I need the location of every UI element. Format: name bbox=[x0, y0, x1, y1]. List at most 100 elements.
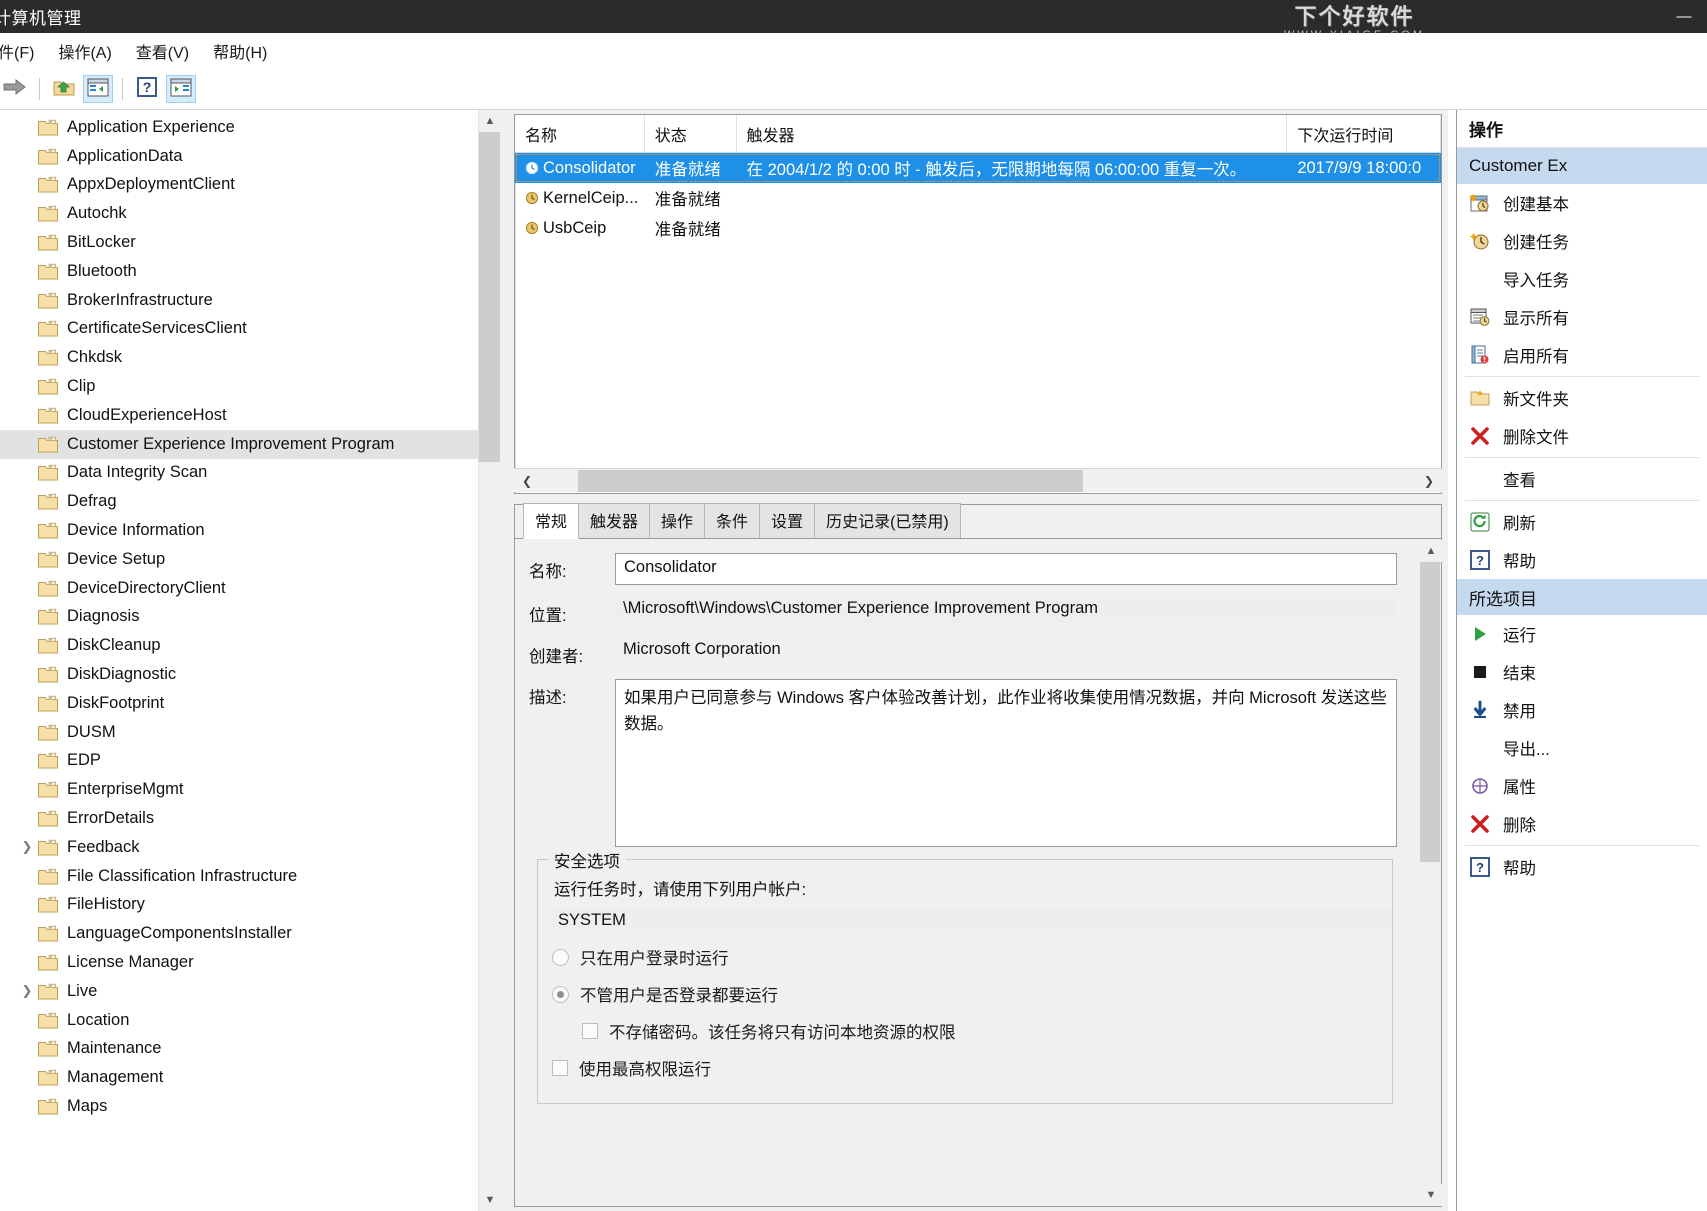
action-item[interactable]: 删除文件 bbox=[1457, 417, 1707, 455]
tree-item[interactable]: ❯Device Information bbox=[0, 516, 478, 545]
tree-item[interactable]: ❯BrokerInfrastructure bbox=[0, 286, 478, 315]
forward-button[interactable] bbox=[0, 75, 30, 103]
hscroll-thumb[interactable] bbox=[578, 469, 1083, 492]
security-radio-row[interactable]: 不管用户是否登录都要运行 bbox=[552, 982, 1378, 1006]
tree-scroll-up-arrow[interactable]: ▲ bbox=[479, 110, 501, 132]
tree-item[interactable]: ❯CloudExperienceHost bbox=[0, 401, 478, 430]
task-list-column-header[interactable]: 下次运行时间 bbox=[1287, 115, 1441, 152]
action-item[interactable]: 显示所有 bbox=[1457, 298, 1707, 336]
tree-item[interactable]: ❯Defrag bbox=[0, 487, 478, 516]
action-item[interactable]: 运行 bbox=[1457, 615, 1707, 653]
security-checkbox-row[interactable]: 不存储密码。该任务将只有访问本地资源的权限 bbox=[582, 1019, 1378, 1043]
task-list-row[interactable]: UsbCeip 准备就绪 bbox=[515, 213, 1441, 243]
tree-item[interactable]: ❯Chkdsk bbox=[0, 343, 478, 372]
show-hide-tree-button[interactable] bbox=[83, 75, 113, 103]
tree-item[interactable]: ❯DUSM bbox=[0, 718, 478, 747]
radio-button[interactable] bbox=[552, 985, 569, 1003]
task-list-row[interactable]: Consolidator 准备就绪 在 2004/1/2 的 0:00 时 - 触发… bbox=[515, 153, 1441, 183]
action-item[interactable]: 刷新 bbox=[1457, 503, 1707, 541]
tree-item[interactable]: ❯EDP bbox=[0, 747, 478, 776]
chevron-right-icon[interactable]: ❯ bbox=[18, 982, 36, 1000]
tree-item[interactable]: ❯ErrorDetails bbox=[0, 804, 478, 833]
tree-item[interactable]: ❯File Classification Infrastructure bbox=[0, 862, 478, 891]
task-list-horizontal-scrollbar[interactable]: ❮ ❯ bbox=[514, 468, 1442, 492]
task-list-column-header[interactable]: 名称 bbox=[515, 115, 645, 152]
chevron-right-icon[interactable]: ❯ bbox=[18, 838, 36, 856]
name-input[interactable]: Consolidator bbox=[615, 553, 1397, 585]
action-item[interactable]: 结束 bbox=[1457, 653, 1707, 691]
tree-item[interactable]: ❯DeviceDirectoryClient bbox=[0, 574, 478, 603]
minimize-button[interactable]: — bbox=[1661, 0, 1707, 33]
description-textarea[interactable]: 如果用户已同意参与 Windows 客户体验改善计划，此作业将收集使用情况数据，… bbox=[615, 679, 1397, 847]
tree-item[interactable]: ❯Location bbox=[0, 1006, 478, 1035]
tree-item[interactable]: ❯Maintenance bbox=[0, 1035, 478, 1064]
action-item[interactable]: 禁用 bbox=[1457, 691, 1707, 729]
task-list-column-header[interactable]: 状态 bbox=[645, 115, 737, 152]
tree-item[interactable]: ❯DiskFootprint bbox=[0, 689, 478, 718]
details-scroll-down-arrow[interactable]: ▼ bbox=[1420, 1184, 1442, 1206]
help-button[interactable]: ? bbox=[132, 75, 162, 103]
tree-item[interactable]: ❯ Live bbox=[0, 977, 478, 1006]
tree-item[interactable]: ❯Bluetooth bbox=[0, 257, 478, 286]
tree-item[interactable]: ❯Application Experience bbox=[0, 113, 478, 142]
tree-item[interactable]: ❯EnterpriseMgmt bbox=[0, 775, 478, 804]
hscroll-right-arrow[interactable]: ❯ bbox=[1416, 470, 1442, 492]
tree-item[interactable]: ❯BitLocker bbox=[0, 228, 478, 257]
action-item[interactable]: 新文件夹 bbox=[1457, 379, 1707, 417]
tree-item[interactable]: ❯Maps bbox=[0, 1092, 478, 1121]
details-tab[interactable]: 条件 bbox=[704, 503, 761, 538]
action-item[interactable]: 查看 bbox=[1457, 460, 1707, 498]
tree-item[interactable]: ❯LanguageComponentsInstaller bbox=[0, 919, 478, 948]
details-tab[interactable]: 设置 bbox=[759, 503, 816, 538]
tree-scroll-down-arrow[interactable]: ▼ bbox=[479, 1189, 501, 1211]
action-item[interactable]: 创建基本 bbox=[1457, 184, 1707, 222]
action-item[interactable]: 创建任务 bbox=[1457, 222, 1707, 260]
action-item[interactable]: 导出... bbox=[1457, 729, 1707, 767]
details-scroll-up-arrow[interactable]: ▲ bbox=[1420, 540, 1442, 562]
menu-view[interactable]: 查看(V) bbox=[124, 37, 201, 65]
tree-vertical-scrollbar[interactable]: ▲ ▼ bbox=[478, 110, 501, 1211]
menu-file[interactable]: 件(F) bbox=[0, 37, 46, 65]
tree-item[interactable]: ❯Clip bbox=[0, 372, 478, 401]
show-hide-action-pane-button[interactable] bbox=[166, 75, 196, 103]
action-item[interactable]: ? 帮助 bbox=[1457, 541, 1707, 579]
tree-item[interactable]: ❯ApplicationData bbox=[0, 142, 478, 171]
menu-help[interactable]: 帮助(H) bbox=[201, 37, 279, 65]
action-item[interactable]: ? 帮助 bbox=[1457, 848, 1707, 886]
tree-item[interactable]: ❯Management bbox=[0, 1063, 478, 1092]
tree-item[interactable]: ❯License Manager bbox=[0, 948, 478, 977]
details-tab[interactable]: 触发器 bbox=[578, 503, 651, 538]
tree-item[interactable]: ❯DiskCleanup bbox=[0, 631, 478, 660]
tree-item[interactable]: ❯Diagnosis bbox=[0, 603, 478, 632]
action-item[interactable]: 导入任务 bbox=[1457, 260, 1707, 298]
task-list-column-header[interactable]: 触发器 bbox=[737, 115, 1288, 152]
action-item[interactable]: 启用所有 bbox=[1457, 336, 1707, 374]
checkbox[interactable] bbox=[552, 1060, 568, 1076]
details-tab[interactable]: 常规 bbox=[523, 503, 580, 539]
tree-item[interactable]: ❯ Feedback bbox=[0, 833, 478, 862]
radio-button[interactable] bbox=[552, 948, 569, 966]
tree-item[interactable]: ❯FileHistory bbox=[0, 891, 478, 920]
security-checkbox-row[interactable]: 使用最高权限运行 bbox=[552, 1056, 1378, 1080]
security-radio-row[interactable]: 只在用户登录时运行 bbox=[552, 945, 1378, 969]
up-folder-button[interactable] bbox=[49, 75, 79, 103]
details-tab[interactable]: 操作 bbox=[649, 503, 706, 538]
action-item[interactable]: 属性 bbox=[1457, 767, 1707, 805]
tree-item[interactable]: ❯Customer Experience Improvement Program bbox=[0, 429, 478, 459]
tree-item[interactable]: ❯CertificateServicesClient bbox=[0, 315, 478, 344]
details-tab[interactable]: 历史记录(已禁用) bbox=[814, 503, 961, 538]
tree-item[interactable]: ❯Data Integrity Scan bbox=[0, 459, 478, 488]
task-list-row[interactable]: KernelCeip... 准备就绪 bbox=[515, 183, 1441, 213]
tree-item[interactable]: ❯Autochk bbox=[0, 199, 478, 228]
details-vertical-scrollbar[interactable]: ▲ ▼ bbox=[1420, 540, 1442, 1206]
action-item[interactable]: 删除 bbox=[1457, 805, 1707, 843]
details-scroll-thumb[interactable] bbox=[1420, 562, 1440, 862]
checkbox[interactable] bbox=[582, 1023, 598, 1039]
hscroll-left-arrow[interactable]: ❮ bbox=[514, 470, 540, 492]
tree-item[interactable]: ❯DiskDiagnostic bbox=[0, 660, 478, 689]
tree-item[interactable]: ❯Device Setup bbox=[0, 545, 478, 574]
tree-item[interactable]: ❯AppxDeploymentClient bbox=[0, 171, 478, 200]
hscroll-track[interactable] bbox=[540, 469, 1416, 492]
menu-action[interactable]: 操作(A) bbox=[46, 37, 123, 65]
tree-scroll-thumb[interactable] bbox=[479, 132, 501, 462]
